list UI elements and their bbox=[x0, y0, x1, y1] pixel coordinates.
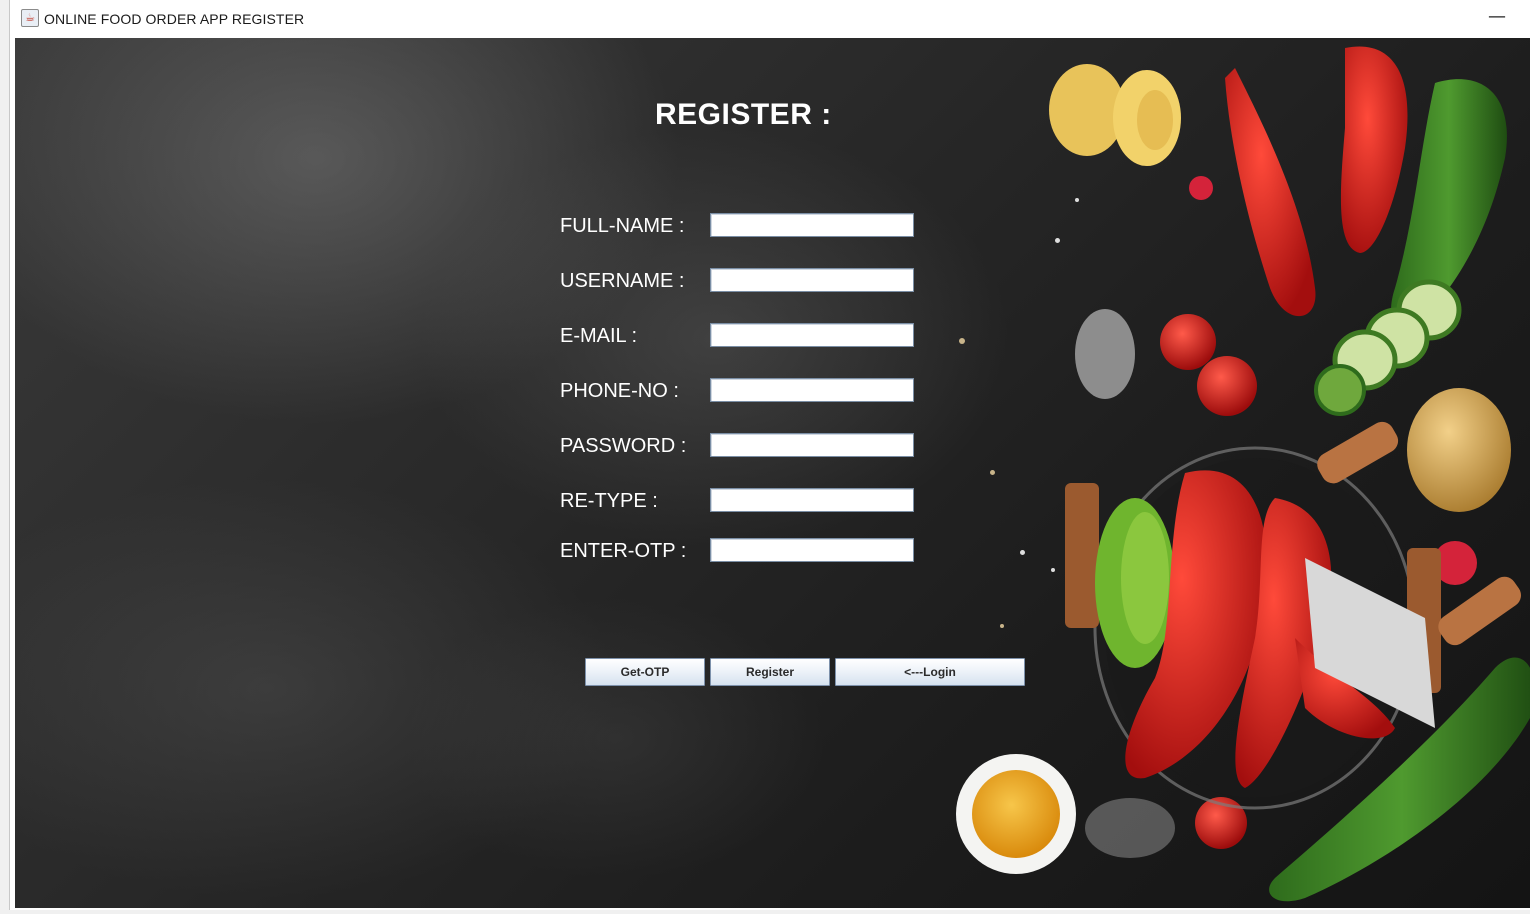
email-label: E-MAIL : bbox=[560, 325, 638, 347]
retype-password-field[interactable] bbox=[710, 488, 914, 512]
username-label: USERNAME : bbox=[560, 270, 685, 292]
phone-no-field[interactable] bbox=[710, 378, 914, 402]
login-button[interactable]: <---Login bbox=[835, 658, 1025, 686]
phone-no-label: PHONE-NO : bbox=[560, 380, 679, 402]
speck bbox=[1051, 568, 1055, 572]
speck bbox=[1055, 238, 1060, 243]
food-background-image bbox=[956, 46, 1530, 902]
get-otp-button[interactable]: Get-OTP bbox=[585, 658, 705, 686]
register-button[interactable]: Register bbox=[710, 658, 830, 686]
retype-password-label: RE-TYPE : bbox=[560, 490, 658, 512]
email-field[interactable] bbox=[710, 323, 914, 347]
username-field[interactable] bbox=[710, 268, 914, 292]
otp-label: ENTER-OTP : bbox=[560, 540, 687, 562]
password-field[interactable] bbox=[710, 433, 914, 457]
speck bbox=[1000, 624, 1004, 628]
register-panel: REGISTER : FULL-NAME : USERNAME : E-MAIL… bbox=[15, 38, 1530, 908]
java-coffee-cup-icon: ☕ bbox=[21, 9, 39, 27]
speck bbox=[1020, 550, 1025, 555]
password-label: PASSWORD : bbox=[560, 435, 687, 457]
speck bbox=[990, 470, 995, 475]
full-name-field[interactable] bbox=[710, 213, 914, 237]
app-window: ☕ ONLINE FOOD ORDER APP REGISTER — REGIS… bbox=[9, 0, 1530, 910]
page-title: REGISTER : bbox=[655, 98, 832, 131]
full-name-label: FULL-NAME : bbox=[560, 215, 685, 237]
minimize-icon[interactable]: — bbox=[1483, 8, 1511, 30]
speck bbox=[1075, 198, 1079, 202]
title-bar[interactable]: ☕ ONLINE FOOD ORDER APP REGISTER — bbox=[10, 0, 1530, 38]
speck bbox=[959, 338, 965, 344]
window-title: ONLINE FOOD ORDER APP REGISTER bbox=[44, 11, 305, 27]
otp-field[interactable] bbox=[710, 538, 914, 562]
